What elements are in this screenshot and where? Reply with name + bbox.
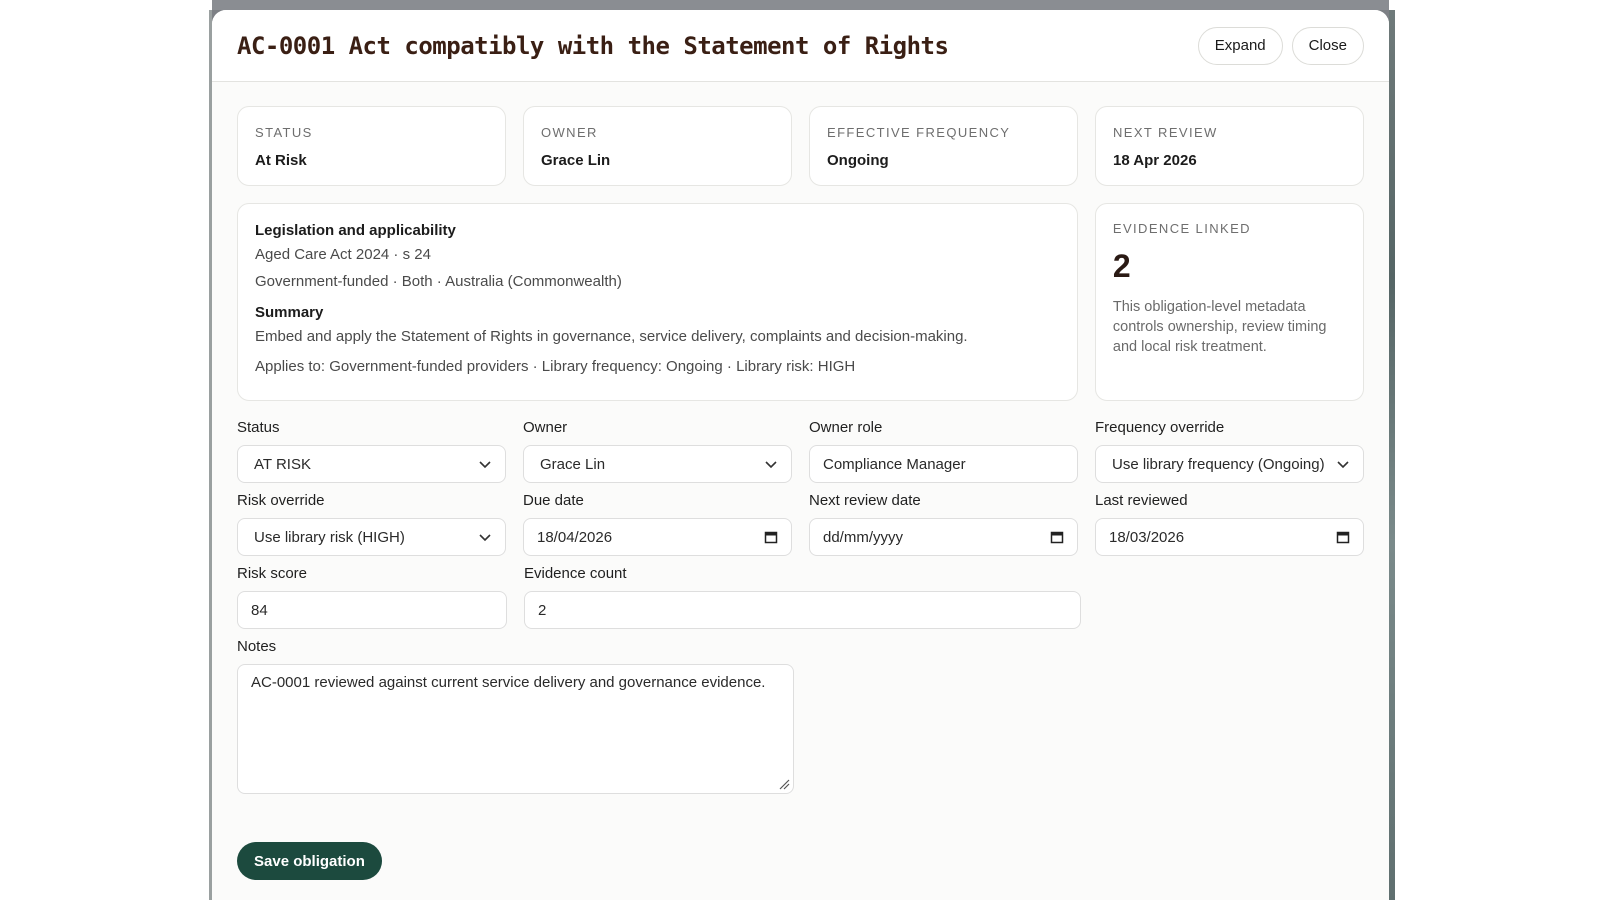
stat-value: Ongoing — [827, 152, 889, 169]
obligation-modal: AC-0001 Act compatibly with the Statemen… — [212, 10, 1389, 900]
input-value: 18/04/2026 — [537, 528, 613, 546]
status-field: Status AT RISK — [237, 419, 506, 483]
legislation-card: Legislation and applicability Aged Care … — [237, 203, 1078, 401]
stat-value: 18 Apr 2026 — [1113, 152, 1197, 169]
select-value: Use library frequency (Ongoing) — [1112, 455, 1325, 473]
stat-label: STATUS — [255, 125, 313, 140]
input-value: Compliance Manager — [823, 455, 966, 473]
stat-card-status: STATUS At Risk — [237, 106, 506, 186]
applies-text: Applies to: Government-funded providers … — [255, 358, 856, 375]
risk-override-field: Risk override Use library risk (HIGH) — [237, 492, 506, 556]
calendar-icon[interactable] — [1050, 530, 1064, 544]
field-label: Due date — [523, 492, 584, 509]
owner-select[interactable]: Grace Lin — [523, 445, 792, 483]
field-label: Risk score — [237, 565, 308, 582]
stat-card-next-review: NEXT REVIEW 18 Apr 2026 — [1095, 106, 1364, 186]
backdrop-left — [0, 0, 212, 900]
notes-textarea[interactable]: AC-0001 reviewed against current service… — [237, 664, 794, 794]
risk-score-field: Risk score 84 — [237, 565, 507, 629]
field-label: Notes — [237, 638, 277, 655]
notes-field: Notes AC-0001 reviewed against current s… — [237, 638, 794, 794]
field-label: Evidence count — [524, 565, 627, 582]
last-reviewed-input[interactable]: 18/03/2026 — [1095, 518, 1364, 556]
risk-override-select[interactable]: Use library risk (HIGH) — [237, 518, 506, 556]
due-date-field: Due date 18/04/2026 — [523, 492, 792, 556]
risk-score-input[interactable]: 84 — [237, 591, 507, 629]
form-row: Risk score 84 Evidence count 2 — [237, 565, 1364, 629]
expand-button[interactable]: Expand — [1197, 26, 1283, 65]
frequency-override-field: Frequency override Use library frequency… — [1095, 419, 1364, 483]
backdrop-edge-right — [1389, 10, 1395, 900]
modal-title: AC-0001 Act compatibly with the Statemen… — [237, 31, 949, 60]
field-label: Frequency override — [1095, 419, 1225, 436]
form-row: Notes AC-0001 reviewed against current s… — [237, 638, 1364, 794]
input-value: dd/mm/yyyy — [823, 528, 904, 546]
select-value: Use library risk (HIGH) — [254, 528, 405, 546]
calendar-icon[interactable] — [764, 530, 778, 544]
chevron-down-icon — [765, 461, 777, 469]
stat-label: NEXT REVIEW — [1113, 125, 1218, 140]
next-review-date-field: Next review date dd/mm/yyyy — [809, 492, 1078, 556]
evidence-count: 2 — [1112, 248, 1131, 284]
owner-field: Owner Grace Lin — [523, 419, 792, 483]
field-label: Last reviewed — [1095, 492, 1188, 509]
legislation-heading: Legislation and applicability — [255, 222, 456, 239]
modal-body: STATUS At Risk OWNER Grace Lin EFFECTIVE… — [212, 82, 1389, 794]
due-date-input[interactable]: 18/04/2026 — [523, 518, 792, 556]
select-value: Grace Lin — [540, 455, 606, 473]
stat-value: Grace Lin — [541, 152, 611, 169]
evidence-count-field: Evidence count 2 — [524, 565, 1081, 629]
summary-heading: Summary — [255, 304, 324, 321]
next-review-date-input[interactable]: dd/mm/yyyy — [809, 518, 1078, 556]
frequency-override-select[interactable]: Use library frequency (Ongoing) — [1095, 445, 1364, 483]
calendar-icon[interactable] — [1336, 530, 1350, 544]
header-actions: Expand Close — [1197, 26, 1364, 65]
obligation-form: Status AT RISK Owner Grace Lin Owner rol… — [237, 419, 1364, 794]
input-value: 84 — [251, 601, 268, 619]
summary-text: Embed and apply the Statement of Rights … — [255, 328, 968, 345]
legislation-scope: Government-funded · Both · Australia (Co… — [255, 273, 622, 290]
form-row: Risk override Use library risk (HIGH) Du… — [237, 492, 1364, 556]
details-row: Legislation and applicability Aged Care … — [237, 203, 1364, 401]
owner-role-field: Owner role Compliance Manager — [809, 419, 1078, 483]
field-label: Owner role — [809, 419, 883, 436]
input-value: 18/03/2026 — [1109, 528, 1185, 546]
field-label: Next review date — [809, 492, 921, 509]
chevron-down-icon — [1337, 461, 1349, 469]
status-select[interactable]: AT RISK — [237, 445, 506, 483]
resize-handle-icon[interactable] — [778, 778, 790, 790]
form-row: Status AT RISK Owner Grace Lin Owner rol… — [237, 419, 1364, 483]
chevron-down-icon — [479, 461, 491, 469]
field-label: Risk override — [237, 492, 325, 509]
stat-value: At Risk — [255, 152, 307, 169]
input-value: 2 — [538, 601, 547, 619]
legislation-act: Aged Care Act 2024 · s 24 — [255, 246, 431, 263]
evidence-label: EVIDENCE LINKED — [1112, 221, 1251, 236]
field-label: Status — [237, 419, 280, 436]
evidence-card: EVIDENCE LINKED 2 This obligation-level … — [1094, 203, 1364, 401]
stat-row: STATUS At Risk OWNER Grace Lin EFFECTIVE… — [237, 106, 1364, 186]
save-obligation-button[interactable]: Save obligation — [237, 842, 382, 880]
stat-card-owner: OWNER Grace Lin — [523, 106, 792, 186]
close-button[interactable]: Close — [1291, 26, 1364, 65]
field-label: Owner — [523, 419, 568, 436]
evidence-note: This obligation-level metadata controls … — [1112, 299, 1327, 355]
stat-label: OWNER — [541, 125, 598, 140]
select-value: AT RISK — [254, 455, 311, 473]
stat-label: EFFECTIVE FREQUENCY — [827, 125, 1011, 140]
textarea-value: AC-0001 reviewed against current service… — [251, 674, 766, 691]
chevron-down-icon — [479, 534, 491, 542]
backdrop-top — [212, 0, 1389, 10]
backdrop-right — [1389, 0, 1600, 900]
evidence-count-input[interactable]: 2 — [524, 591, 1081, 629]
last-reviewed-field: Last reviewed 18/03/2026 — [1095, 492, 1364, 556]
owner-role-input[interactable]: Compliance Manager — [809, 445, 1078, 483]
stat-card-frequency: EFFECTIVE FREQUENCY Ongoing — [809, 106, 1078, 186]
modal-header: AC-0001 Act compatibly with the Statemen… — [212, 10, 1389, 82]
